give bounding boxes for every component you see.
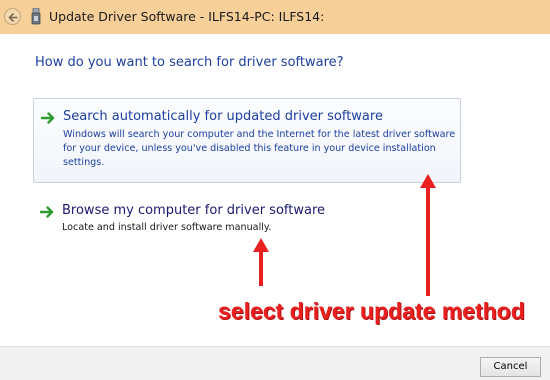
back-arrow-icon bbox=[8, 12, 18, 23]
green-arrow-icon bbox=[40, 206, 54, 218]
dialog-footer: Cancel bbox=[0, 346, 550, 380]
search-automatically-option[interactable]: Search automatically for updated driver … bbox=[33, 98, 461, 183]
option-title: Search automatically for updated driver … bbox=[63, 109, 383, 124]
window-title: Update Driver Software - ILFS14-PC: ILFS… bbox=[49, 9, 325, 24]
option-description: Windows will search your computer and th… bbox=[63, 129, 456, 168]
annotation-label: select driver update method bbox=[218, 298, 525, 324]
option-title: Browse my computer for driver software bbox=[62, 203, 325, 218]
red-arrow-icon bbox=[253, 238, 269, 286]
page-heading: How do you want to search for driver sof… bbox=[35, 55, 344, 70]
back-button[interactable] bbox=[4, 8, 21, 25]
window-titlebar: Update Driver Software - ILFS14-PC: ILFS… bbox=[0, 0, 550, 34]
option-description: Locate and install driver software manua… bbox=[62, 222, 272, 233]
red-arrow-icon bbox=[420, 174, 436, 296]
usb-device-icon bbox=[31, 8, 41, 25]
cancel-button[interactable]: Cancel bbox=[480, 357, 541, 377]
green-arrow-icon bbox=[41, 112, 55, 124]
browse-computer-option[interactable]: Browse my computer for driver software L… bbox=[33, 198, 461, 238]
